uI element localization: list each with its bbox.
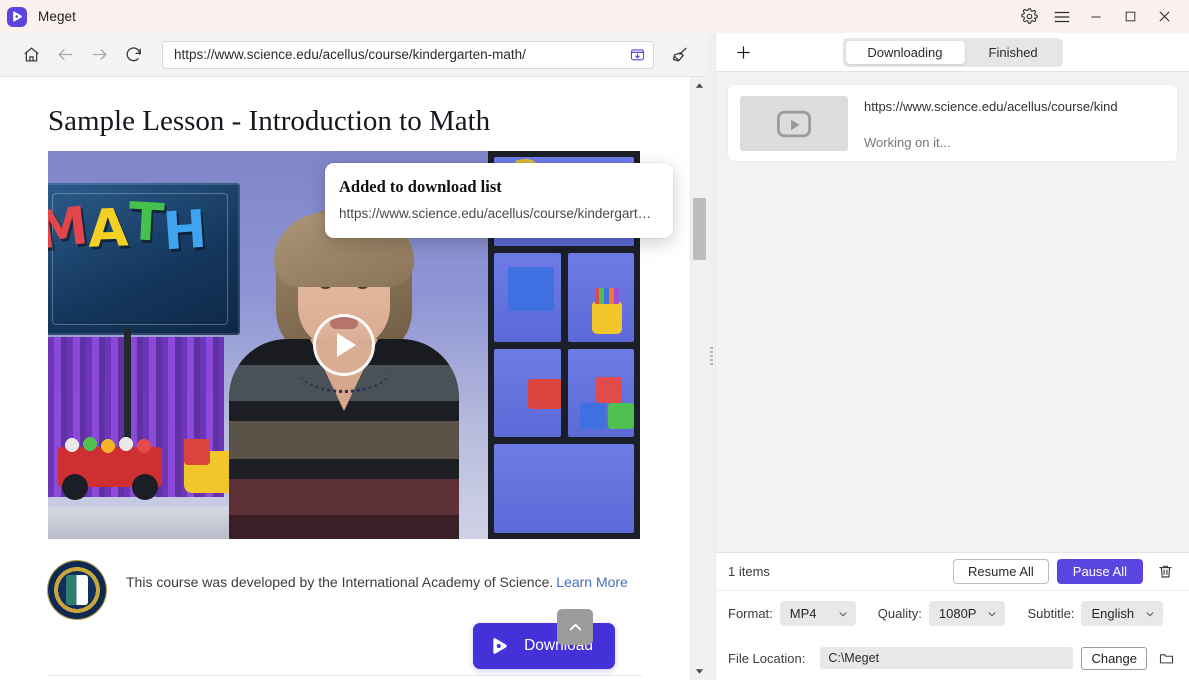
address-bar-text[interactable]: https://www.science.edu/acellus/course/k…	[174, 42, 625, 68]
red-box-decor	[528, 378, 561, 409]
page-download-row: Download	[48, 609, 642, 675]
pane-splitter[interactable]	[707, 33, 716, 680]
math-letter-t: T	[126, 192, 166, 254]
splitter-grip	[709, 346, 713, 367]
tab-finished[interactable]: Finished	[967, 41, 1060, 64]
change-location-button[interactable]: Change	[1081, 646, 1147, 670]
shelf-subcell-2a	[494, 252, 561, 342]
close-icon[interactable]	[1147, 2, 1181, 32]
hamburger-menu-icon[interactable]	[1045, 2, 1079, 32]
download-item-status: Working on it...	[864, 135, 951, 150]
download-manager-pane: Downloading Finished https://www.science…	[716, 33, 1189, 680]
subtitle-value: English	[1091, 606, 1135, 621]
app-title: Meget	[38, 9, 77, 24]
scrollbar-track[interactable]	[691, 94, 707, 663]
scroll-down-arrow-icon[interactable]	[691, 663, 708, 680]
page-scrollbar[interactable]	[690, 77, 707, 680]
gear-icon[interactable]	[1013, 2, 1045, 32]
broom-icon[interactable]	[663, 38, 697, 72]
toy-balls-decor	[64, 437, 156, 453]
scrollbar-thumb[interactable]	[693, 198, 706, 260]
quality-label: Quality:	[877, 606, 922, 621]
math-letter-m: M	[48, 196, 92, 262]
chevron-down-icon	[839, 611, 847, 616]
browser-toolbar: https://www.science.edu/acellus/course/k…	[0, 33, 707, 77]
back-arrow-icon[interactable]	[48, 38, 82, 72]
trash-icon[interactable]	[1153, 560, 1177, 584]
home-icon[interactable]	[14, 38, 48, 72]
download-box-icon[interactable]	[625, 43, 649, 67]
tab-downloading[interactable]: Downloading	[845, 40, 965, 64]
file-location-input[interactable]	[820, 647, 1074, 669]
subtitle-label: Subtitle:	[1027, 606, 1075, 621]
play-circle-icon[interactable]	[313, 314, 375, 376]
download-added-toast[interactable]: Added to download list https://www.scien…	[325, 163, 673, 238]
download-options-row: Format: MP4 Quality: 1080P Subtitle: Eng…	[716, 590, 1189, 636]
shelf-cell-2	[494, 252, 634, 342]
app-window: Meget https://www.science.edu/acellus/co…	[0, 0, 1189, 680]
page-title: Sample Lesson - Introduction to Math	[48, 105, 491, 137]
content-divider	[48, 675, 642, 676]
page-scroll-wrapper: Sample Lesson - Introduction to Math M A…	[0, 77, 707, 680]
course-credit-text: This course was developed by the Interna…	[126, 561, 628, 590]
page-download-button[interactable]: Download	[473, 623, 615, 669]
download-manager-footer: 1 items Resume All Pause All Format: MP4…	[716, 552, 1189, 680]
shelf-cell-4	[494, 444, 634, 533]
dice-blocks-decor	[578, 377, 635, 431]
academy-seal-icon	[48, 561, 106, 619]
toast-title: Added to download list	[339, 177, 502, 196]
web-page-content: Sample Lesson - Introduction to Math M A…	[0, 77, 690, 680]
shelf-cell-3	[494, 348, 635, 438]
credit-sentence: This course was developed by the Interna…	[126, 574, 554, 590]
pause-all-button[interactable]: Pause All	[1056, 559, 1143, 584]
toast-subtitle: https://www.science.edu/acellus/course/k…	[339, 206, 655, 221]
format-label: Format:	[728, 606, 773, 621]
subtitle-select[interactable]: English	[1081, 601, 1164, 626]
forward-arrow-icon[interactable]	[82, 38, 116, 72]
folder-icon[interactable]	[1155, 647, 1177, 669]
pencil-cup-decor	[592, 287, 622, 334]
download-item-url: https://www.science.edu/acellus/course/k…	[864, 99, 1118, 114]
browser-pane: https://www.science.edu/acellus/course/k…	[0, 33, 707, 680]
meget-play-logo-icon-small	[489, 635, 511, 657]
video-play-icon	[740, 96, 848, 151]
items-count-label: 1 items	[728, 564, 770, 579]
course-credit-row: This course was developed by the Interna…	[48, 561, 642, 619]
quality-select[interactable]: 1080P	[928, 601, 1006, 626]
maximize-icon[interactable]	[1113, 2, 1147, 32]
red-wagon-decor	[58, 447, 162, 500]
address-bar[interactable]: https://www.science.edu/acellus/course/k…	[162, 40, 654, 69]
download-item[interactable]: https://www.science.edu/acellus/course/k…	[727, 84, 1178, 162]
chevron-down-icon	[1146, 611, 1154, 616]
shelf-subcell-2b	[567, 252, 634, 342]
footer-actions-row: 1 items Resume All Pause All	[716, 552, 1189, 590]
download-tabs: Downloading Finished	[842, 37, 1063, 67]
minimize-icon[interactable]	[1079, 2, 1113, 32]
format-select[interactable]: MP4	[779, 601, 856, 626]
add-download-button[interactable]	[730, 39, 756, 65]
math-letters-decor: M A T H	[48, 192, 209, 262]
title-bar: Meget	[0, 0, 1189, 33]
download-item-meta: https://www.science.edu/acellus/course/k…	[864, 96, 1165, 150]
math-letter-a: A	[86, 198, 130, 260]
chevron-down-icon	[988, 611, 996, 616]
shelf-subcell-3b	[567, 348, 635, 438]
learn-more-link[interactable]: Learn More	[556, 574, 628, 590]
format-value: MP4	[789, 606, 817, 621]
blue-box-decor	[508, 266, 554, 311]
reload-icon[interactable]	[116, 38, 150, 72]
file-location-label: File Location:	[728, 650, 806, 666]
quality-value: 1080P	[938, 606, 977, 621]
shelf-subcell-3a	[494, 348, 561, 438]
scroll-up-arrow-icon[interactable]	[691, 77, 708, 94]
meget-play-logo-icon	[7, 6, 27, 27]
download-list: https://www.science.edu/acellus/course/k…	[716, 72, 1189, 552]
window-body: https://www.science.edu/acellus/course/k…	[0, 33, 1189, 680]
resume-all-button[interactable]: Resume All	[953, 559, 1049, 584]
download-manager-header: Downloading Finished	[716, 33, 1189, 71]
scroll-to-top-button[interactable]	[557, 609, 593, 645]
file-location-row: File Location: Change	[716, 636, 1189, 680]
